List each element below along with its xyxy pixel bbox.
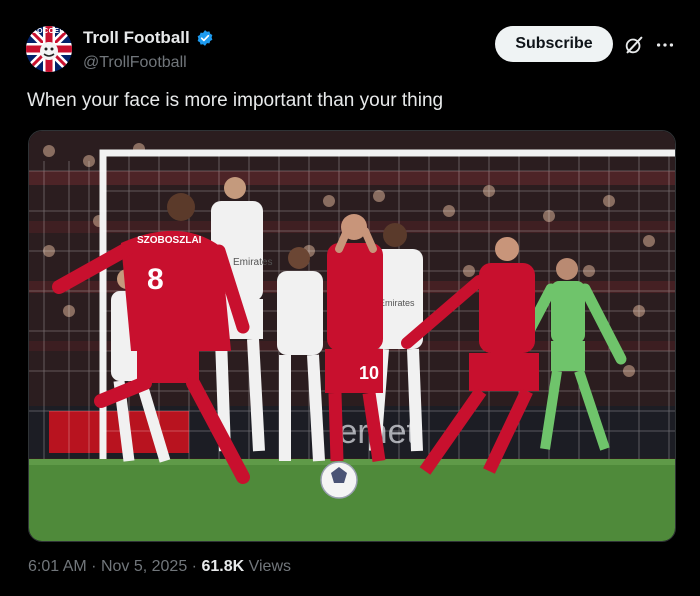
author-handle[interactable]: @TrollFootball: [83, 54, 214, 72]
subscribe-button[interactable]: Subscribe: [495, 26, 613, 62]
author-block: Troll Football @TrollFootball: [83, 28, 214, 72]
author-name-row: Troll Football: [83, 28, 214, 48]
author-name[interactable]: Troll Football: [83, 28, 190, 48]
slash-circle-icon[interactable]: [623, 34, 645, 56]
avatar[interactable]: SOCCER: [26, 26, 72, 72]
more-dots-icon[interactable]: [654, 34, 676, 56]
views-count[interactable]: 61.8K: [201, 558, 244, 575]
post-date[interactable]: Nov 5, 2025: [101, 558, 187, 575]
player-number-8: 8: [147, 263, 164, 296]
meta-separator-1: ·: [91, 558, 97, 575]
football-free-kick-photo: ternet: [29, 131, 675, 541]
player-number-10: 10: [359, 363, 379, 383]
avatar-badge-text: SOCCER: [32, 28, 65, 35]
player-name-label: SZOBOSZLAI: [137, 235, 202, 246]
post-meta: 6:01 AM · Nov 5, 2025 · 61.8K Views: [28, 558, 291, 576]
post-header: SOCCER Troll Football @TrollFootball Sub…: [26, 24, 686, 76]
meta-separator-2: ·: [191, 558, 197, 575]
ad-text-left: Emirates: [233, 257, 272, 268]
ad-text-mid: Emirates: [379, 298, 415, 308]
verified-badge-icon: [197, 30, 213, 46]
views-label: Views: [248, 558, 291, 575]
post-time[interactable]: 6:01 AM: [28, 558, 87, 575]
post-media-image[interactable]: ternet: [28, 130, 676, 542]
post-text: When your face is more important than yo…: [27, 90, 444, 111]
